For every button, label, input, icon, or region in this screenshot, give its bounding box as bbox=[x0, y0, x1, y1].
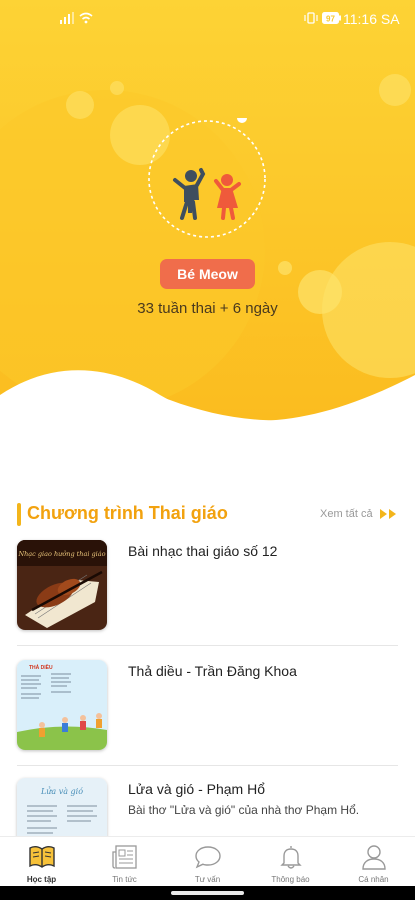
nav-label: Thông báo bbox=[271, 875, 310, 884]
nav-tab-consult[interactable]: Tư vấn bbox=[166, 837, 249, 887]
bottom-navigation: Học tập Tin tức Tư vấn Thông báo Cá nhân bbox=[0, 836, 415, 887]
status-bar: 97 11:16 SA bbox=[0, 0, 415, 38]
wifi-icon bbox=[79, 12, 93, 24]
progress-dot bbox=[237, 118, 247, 123]
thumb-caption: THẢ DIỀU bbox=[29, 664, 53, 671]
child-figure-icon bbox=[173, 168, 206, 220]
system-gesture-bar bbox=[0, 886, 415, 900]
battery-icon: 97 bbox=[322, 12, 341, 24]
section-header: Chương trình Thai giáo Xem tất cả bbox=[0, 500, 415, 530]
item-thumbnail: Nhạc giao hưởng thai giáo bbox=[17, 540, 107, 630]
hero-banner: 97 11:16 SA Bé Meow 33 tuần thai + 6 ngà… bbox=[0, 0, 415, 470]
app-notification-icon bbox=[10, 11, 40, 25]
see-all-link[interactable]: Xem tất cả bbox=[320, 508, 373, 520]
item-thumbnail: THẢ DIỀU bbox=[17, 660, 107, 750]
nav-label: Cá nhân bbox=[358, 875, 389, 884]
nav-label: Học tập bbox=[26, 875, 57, 884]
nav-tab-profile[interactable]: Cá nhân bbox=[332, 837, 415, 887]
thumb-caption: Lửa và gió bbox=[40, 787, 83, 796]
news-icon bbox=[112, 845, 137, 869]
thumb-caption: Nhạc giao hưởng thai giáo bbox=[17, 549, 105, 558]
item-title: Bài nhạc thai giáo số 12 bbox=[128, 543, 278, 559]
baby-avatar[interactable] bbox=[139, 118, 275, 240]
section-accent-bar bbox=[17, 503, 21, 526]
nav-label: Tư vấn bbox=[194, 875, 221, 884]
battery-level-text: 97 bbox=[326, 15, 335, 24]
vibrate-icon bbox=[304, 12, 318, 24]
child-figure-icon bbox=[214, 174, 241, 220]
baby-name-badge[interactable]: Bé Meow bbox=[160, 259, 255, 289]
divider bbox=[17, 645, 398, 646]
nav-tab-news[interactable]: Tin tức bbox=[83, 837, 166, 887]
item-description: Bài thơ "Lửa và gió" của nhà thơ Phạm Hổ… bbox=[128, 803, 360, 817]
status-time: 11:16 SA bbox=[343, 11, 400, 27]
list-item[interactable]: Nhạc giao hưởng thai giáo Bài nhạc thai … bbox=[0, 540, 415, 640]
chat-bubble-icon bbox=[195, 846, 221, 869]
nav-label: Tin tức bbox=[112, 875, 137, 884]
double-chevron-right-icon[interactable] bbox=[379, 508, 399, 520]
bell-icon bbox=[280, 846, 302, 869]
item-title: Thả diều - Trần Đăng Khoa bbox=[128, 663, 297, 679]
nav-tab-learning[interactable]: Học tập bbox=[0, 837, 83, 887]
list-item[interactable]: THẢ DIỀU Thả diều - Trần Đăng Khoa bbox=[0, 660, 415, 760]
user-icon bbox=[362, 845, 386, 870]
section-title: Chương trình Thai giáo bbox=[27, 503, 228, 523]
home-indicator[interactable] bbox=[171, 891, 244, 895]
pregnancy-age-text: 33 tuần thai + 6 ngày bbox=[137, 300, 278, 317]
item-title: Lửa và gió - Phạm Hổ bbox=[128, 781, 265, 797]
divider bbox=[17, 765, 398, 766]
book-icon bbox=[29, 846, 55, 868]
nav-tab-notifications[interactable]: Thông báo bbox=[249, 837, 332, 887]
signal-icon bbox=[60, 12, 74, 24]
